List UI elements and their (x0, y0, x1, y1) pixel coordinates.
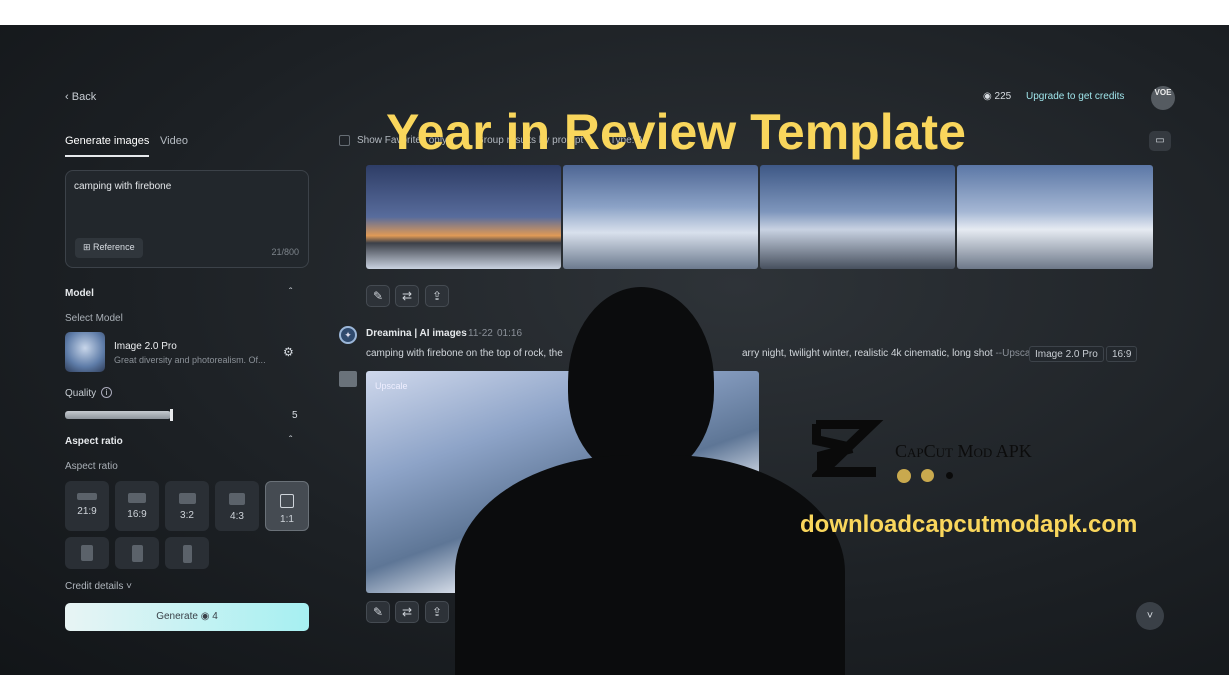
favorites-checkbox[interactable] (339, 135, 350, 146)
edit-icon[interactable]: ✎ (366, 601, 390, 623)
sidebar: ‹ Back Generate images Video camping wit… (55, 25, 320, 675)
scroll-down-button[interactable]: ˅ (1136, 602, 1164, 630)
tab-generate-images[interactable]: Generate images (65, 135, 150, 157)
overlay-title: Year in Review Template (386, 104, 966, 160)
credit-coin-icon: ◉ (200, 611, 210, 622)
generate-button[interactable]: Generate ◉ 4 (65, 603, 309, 631)
quality-slider[interactable] (65, 409, 173, 421)
share-icon[interactable]: ⇪ (425, 601, 449, 623)
model-name[interactable]: Image 2.0 Pro (114, 341, 177, 352)
user-thumbnail (339, 371, 357, 387)
avatar[interactable]: VOE (1151, 86, 1175, 110)
aspect-3-2[interactable]: 3:2 (165, 481, 209, 531)
aspect-21-9[interactable]: 21:9 (65, 481, 109, 531)
credit-details-toggle[interactable]: Credit details ˅ (65, 581, 132, 592)
share-icon[interactable]: ⇪ (425, 285, 449, 307)
credit-coin-icon: ◉ (983, 91, 992, 102)
aspect-4-3[interactable]: 4:3 (215, 481, 259, 531)
person-silhouette-head (568, 287, 714, 477)
app-screenshot: ‹ Back Generate images Video camping wit… (0, 25, 1229, 675)
credit-balance: ◉ 225 (983, 91, 1012, 102)
person-silhouette-body (455, 455, 845, 675)
aspect-16-9[interactable]: 16:9 (115, 481, 159, 531)
aspect-3-4[interactable] (65, 537, 109, 569)
back-button[interactable]: ‹ Back (65, 91, 96, 103)
tab-video[interactable]: Video (160, 135, 188, 147)
chevron-up-icon[interactable]: ˆ (289, 435, 292, 446)
settings-sliders-icon[interactable]: ⚙ (283, 345, 294, 359)
model-thumbnail (65, 332, 105, 372)
char-counter: 21/800 (271, 247, 299, 257)
model-tag: Image 2.0 Pro (1029, 346, 1104, 362)
ratio-tag: 16:9 (1106, 346, 1138, 362)
dot (897, 469, 911, 483)
generated-image-3[interactable] (760, 165, 955, 269)
info-icon[interactable]: i (101, 387, 112, 398)
regenerate-icon[interactable]: ⇄ (395, 601, 419, 623)
dot (946, 472, 953, 479)
edit-icon[interactable]: ✎ (366, 285, 390, 307)
dreamina-logo-icon: ✦ (339, 326, 357, 344)
prompt-input[interactable]: camping with firebone ⊞ Reference 21/800 (65, 170, 309, 268)
upgrade-link[interactable]: Upgrade to get credits (1026, 91, 1124, 102)
generated-image-4[interactable] (957, 165, 1153, 269)
aspect-1-1[interactable]: 1:1 (265, 481, 309, 531)
regenerate-icon[interactable]: ⇄ (395, 285, 419, 307)
generated-image-2[interactable] (563, 165, 758, 269)
dot (921, 469, 934, 482)
reference-button[interactable]: ⊞ Reference (75, 238, 143, 258)
aspect-9-16[interactable] (165, 537, 209, 569)
website-text: downloadcapcutmodapk.com (800, 511, 1138, 538)
folder-icon[interactable]: ▭ (1149, 131, 1171, 151)
generated-image-1[interactable] (366, 165, 561, 269)
image-plus-icon: ⊞ (83, 242, 94, 252)
capcut-logo (809, 419, 886, 482)
chevron-up-icon[interactable]: ˆ (289, 287, 292, 298)
chevron-left-icon: ‹ (65, 91, 72, 103)
aspect-2-3[interactable] (115, 537, 159, 569)
